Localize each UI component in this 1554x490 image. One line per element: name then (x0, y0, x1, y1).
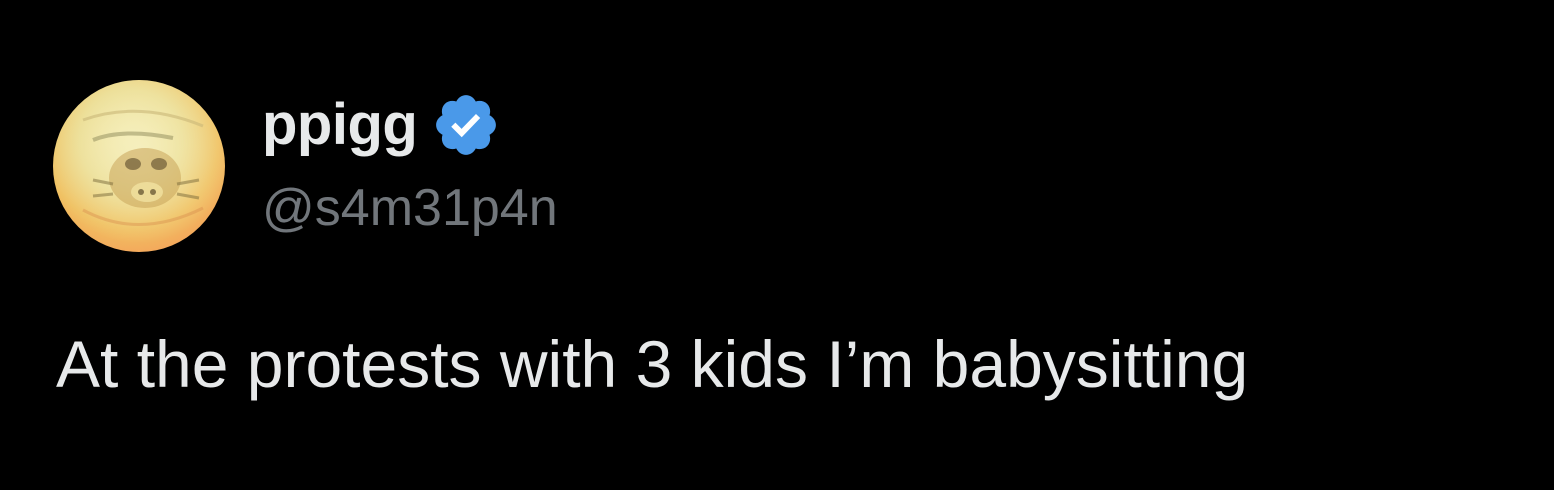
author-display-name[interactable]: ppigg (262, 88, 418, 162)
author-name-row[interactable]: ppigg (262, 88, 501, 162)
verified-badge-icon[interactable] (431, 90, 501, 160)
avatar[interactable] (53, 80, 225, 252)
avatar-image (53, 80, 225, 252)
tweet-text: At the protests with 3 kids I’m babysitt… (56, 327, 1249, 401)
tweet-card: ppigg @s4m31p4n At the protests with 3 k… (0, 0, 1554, 490)
author-handle[interactable]: @s4m31p4n (262, 176, 558, 240)
